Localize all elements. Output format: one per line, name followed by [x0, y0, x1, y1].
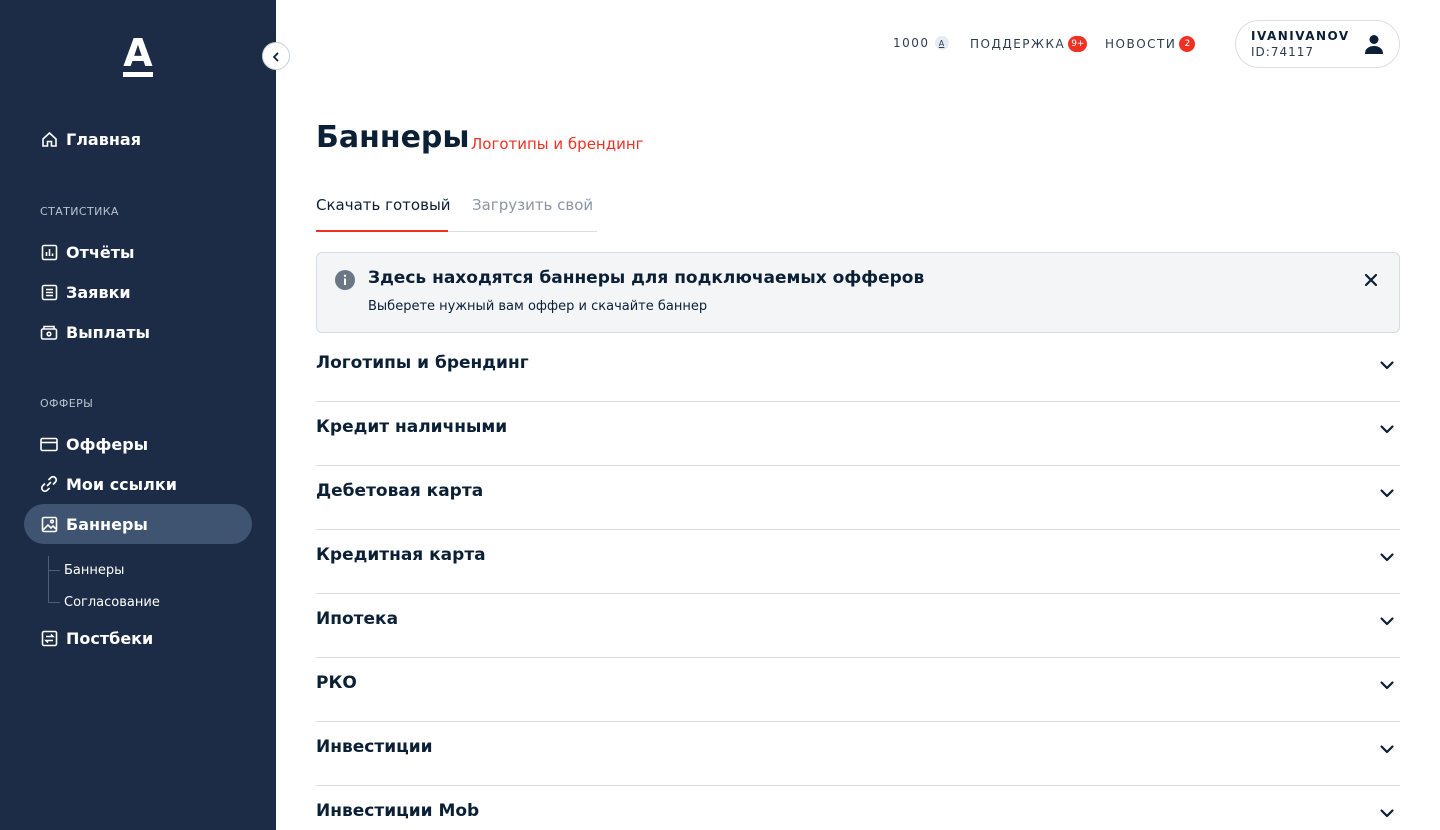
accordion-label: Ипотека	[316, 609, 399, 629]
news-label: НОВОСТИ	[1105, 37, 1177, 51]
section-label-statistics: СТАТИСТИКА	[40, 205, 119, 218]
link-icon	[40, 475, 58, 493]
sidebar-item-requests[interactable]: Заявки	[24, 272, 252, 312]
sidebar: A Главная СТАТИСТИКА Отчёты Заявки Выпла…	[0, 0, 276, 830]
accordion-label: Инвестиции Mob	[316, 801, 480, 821]
alert-text: Выберете нужный вам оффер и скачайте бан…	[368, 299, 708, 314]
news-badge: 2	[1179, 36, 1196, 52]
chevron-left-icon	[271, 47, 281, 66]
svg-text:A: A	[123, 32, 153, 75]
user-icon	[1363, 33, 1385, 55]
chevron-down-icon	[1378, 612, 1396, 630]
sidebar-item-label: Выплаты	[66, 322, 150, 342]
chevron-down-icon	[1378, 548, 1396, 566]
tab-upload-own[interactable]: Загрузить свой	[472, 196, 593, 232]
collapse-sidebar-button[interactable]	[262, 42, 290, 70]
sidebar-item-label: Постбеки	[66, 628, 154, 648]
accordion-item[interactable]: Кредит наличными	[316, 402, 1400, 466]
sidebar-item-payouts[interactable]: Выплаты	[24, 312, 252, 352]
tabs: Скачать готовый Загрузить свой	[316, 196, 597, 232]
balance-value: 1000	[893, 36, 930, 50]
alert-title: Здесь находятся баннеры для подключаемых…	[368, 268, 925, 288]
sidebar-subitem-label: Согласование	[64, 594, 160, 610]
accordion-label: РКО	[316, 673, 357, 693]
sidebar-subitem-approval[interactable]: Согласование	[48, 591, 160, 613]
chevron-down-icon	[1378, 356, 1396, 374]
sidebar-item-banners[interactable]: Баннеры	[24, 504, 252, 544]
image-icon	[40, 515, 58, 533]
sidebar-item-label: Главная	[66, 129, 141, 149]
chevron-down-icon	[1378, 676, 1396, 694]
sidebar-item-my-links[interactable]: Мои ссылки	[24, 464, 252, 504]
sidebar-item-label: Заявки	[66, 282, 131, 302]
accordion-item[interactable]: Дебетовая карта	[316, 466, 1400, 530]
currency-icon: A	[934, 36, 949, 50]
accordion-item[interactable]: Кредитная карта	[316, 530, 1400, 594]
sidebar-subitem-banners[interactable]: Баннеры	[48, 559, 124, 581]
accordion-item[interactable]: Инвестиции Mob	[316, 786, 1400, 830]
accordion-label: Инвестиции	[316, 737, 433, 757]
tab-download-ready[interactable]: Скачать готовый	[316, 196, 451, 232]
list-icon	[40, 283, 58, 301]
chart-icon	[40, 243, 58, 261]
info-icon	[335, 270, 355, 290]
accordion-label: Кредит наличными	[316, 417, 508, 437]
active-tab-indicator	[316, 230, 448, 232]
support-badge: 9+	[1068, 36, 1088, 52]
accordion-item[interactable]: Ипотека	[316, 594, 1400, 658]
chevron-down-icon	[1378, 740, 1396, 758]
sidebar-item-offers[interactable]: Офферы	[24, 424, 252, 464]
page-title: Баннеры	[316, 120, 470, 155]
sidebar-item-reports[interactable]: Отчёты	[24, 232, 252, 272]
chevron-down-icon	[1378, 484, 1396, 502]
wallet-icon	[40, 323, 58, 341]
sidebar-item-label: Отчёты	[66, 242, 135, 262]
page-subtitle: Логотипы и брендинг	[471, 135, 644, 153]
sidebar-subitem-label: Баннеры	[64, 562, 125, 578]
sidebar-item-home[interactable]: Главная	[24, 119, 252, 159]
balance-indicator[interactable]: 1000 A	[893, 36, 949, 50]
support-label: ПОДДЕРЖКА	[970, 37, 1066, 51]
sidebar-item-label: Баннеры	[66, 514, 148, 534]
card-icon	[40, 435, 58, 453]
chevron-down-icon	[1378, 420, 1396, 438]
sidebar-item-postbacks[interactable]: Постбеки	[24, 618, 252, 658]
accordion-item[interactable]: Инвестиции	[316, 722, 1400, 786]
close-icon[interactable]	[1361, 270, 1381, 290]
alfa-logo[interactable]: A	[122, 31, 154, 78]
accordion-label: Дебетовая карта	[316, 481, 484, 501]
accordion-label: Логотипы и брендинг	[316, 353, 529, 373]
accordion-item[interactable]: РКО	[316, 658, 1400, 722]
sidebar-item-label: Мои ссылки	[66, 474, 177, 494]
section-label-offers: ОФФЕРЫ	[40, 397, 94, 410]
info-alert: Здесь находятся баннеры для подключаемых…	[316, 252, 1400, 333]
chevron-down-icon	[1378, 804, 1396, 822]
home-icon	[40, 130, 58, 148]
news-link[interactable]: НОВОСТИ 2	[1105, 36, 1196, 52]
sidebar-item-label: Офферы	[66, 434, 149, 454]
accordion-item[interactable]: Логотипы и брендинг	[316, 338, 1400, 402]
postback-icon	[40, 629, 58, 647]
user-menu[interactable]: IVANIVANOV ID:74117	[1235, 20, 1400, 68]
accordion-label: Кредитная карта	[316, 545, 486, 565]
support-link[interactable]: ПОДДЕРЖКА 9+	[970, 36, 1088, 52]
